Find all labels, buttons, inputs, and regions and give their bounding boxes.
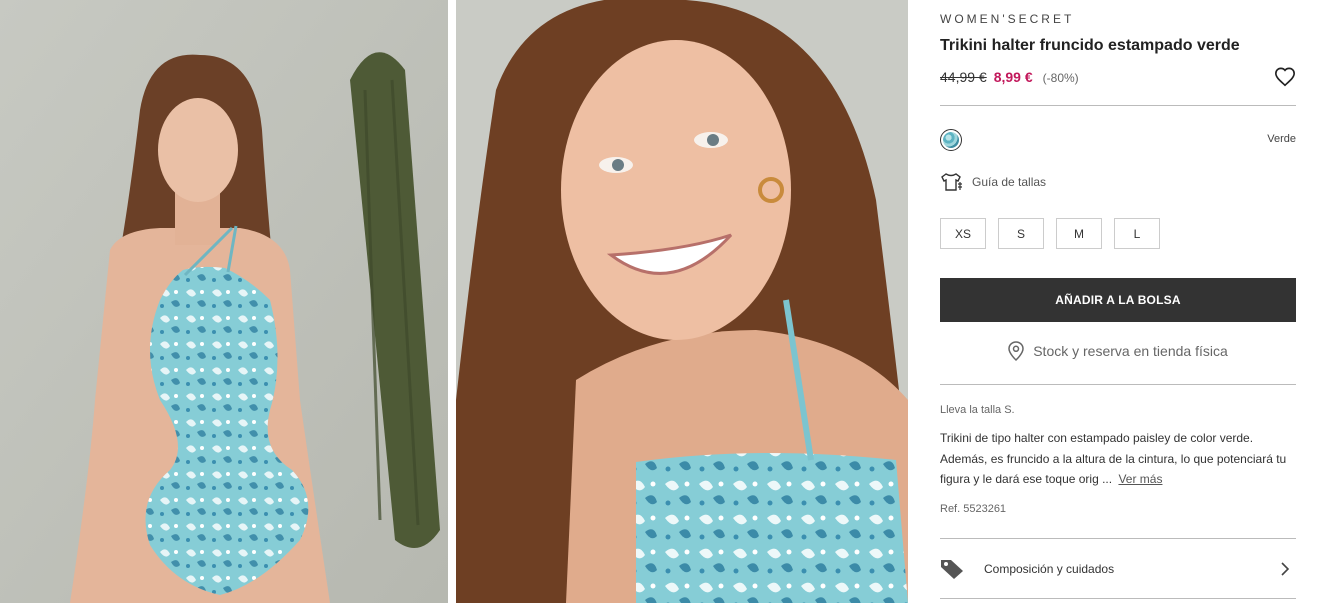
- add-to-bag-button[interactable]: AÑADIR A LA BOLSA: [940, 278, 1296, 322]
- composition-care-row[interactable]: Composición y cuidados: [940, 552, 1296, 586]
- location-pin-icon: [1008, 341, 1024, 361]
- size-selector: XS S M L: [940, 218, 1160, 249]
- heart-icon[interactable]: [1274, 66, 1296, 88]
- composition-care-label: Composición y cuidados: [984, 562, 1115, 576]
- size-option-m[interactable]: M: [1056, 218, 1102, 249]
- price-row: 44,99 € 8,99 € (-80%): [940, 69, 1079, 85]
- divider: [940, 105, 1296, 106]
- divider: [940, 598, 1296, 599]
- model-full-body-photo[interactable]: [0, 0, 448, 603]
- wishlist-heart-icon[interactable]: [1274, 66, 1296, 88]
- old-price: 44,99 €: [940, 69, 987, 85]
- size-option-xs[interactable]: XS: [940, 218, 986, 249]
- size-guide-label: Guía de tallas: [972, 175, 1047, 189]
- product-info-panel: WOMEN'SECRET Trikini halter fruncido est…: [940, 0, 1296, 603]
- size-option-s[interactable]: S: [998, 218, 1044, 249]
- discount-label: (-80%): [1042, 71, 1079, 85]
- see-more-link[interactable]: Ver más: [1118, 472, 1162, 486]
- selected-color-name: Verde: [1267, 133, 1296, 145]
- tag-icon: [941, 560, 963, 579]
- product-title: Trikini halter fruncido estampado verde: [940, 37, 1240, 54]
- hanger-shirt-icon: [941, 173, 962, 191]
- sale-price: 8,99 €: [993, 69, 1033, 85]
- model-closeup-photo[interactable]: [456, 0, 908, 603]
- model-size-note: Lleva la talla S.: [940, 404, 1015, 416]
- brand-name: WOMEN'SECRET: [940, 12, 1075, 26]
- description-text: Trikini de tipo halter con estampado pai…: [940, 431, 1287, 486]
- store-stock-link[interactable]: Stock y reserva en tienda física: [940, 341, 1296, 361]
- size-option-l[interactable]: L: [1114, 218, 1160, 249]
- divider: [940, 538, 1296, 539]
- product-description: Trikini de tipo halter con estampado pai…: [940, 428, 1296, 490]
- store-stock-label: Stock y reserva en tienda física: [1033, 343, 1228, 359]
- chevron-right-icon: [1281, 562, 1290, 576]
- product-reference: Ref. 5523261: [940, 503, 1007, 515]
- divider: [940, 384, 1296, 385]
- size-guide-link[interactable]: Guía de tallas: [940, 172, 1046, 192]
- color-swatch-green[interactable]: [940, 129, 962, 151]
